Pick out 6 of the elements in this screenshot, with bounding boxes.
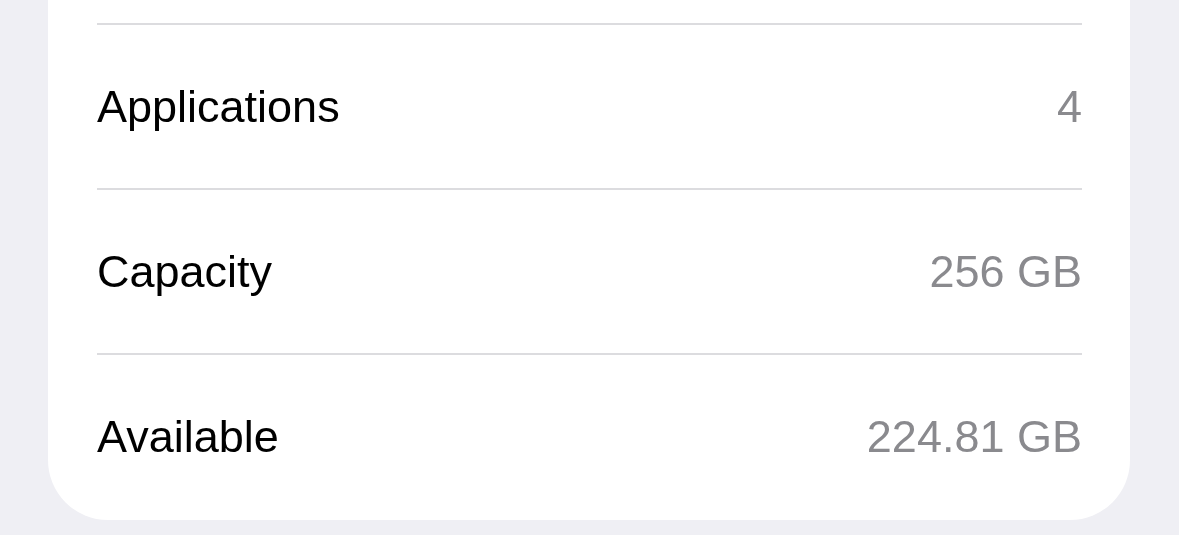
row-label: Applications [97, 80, 340, 133]
row-label: Available [97, 410, 279, 463]
row-value: 256 GB [929, 245, 1082, 298]
row-value: 224.81 GB [866, 410, 1082, 463]
row-label: Capacity [97, 245, 273, 298]
row-value: 4 [1056, 80, 1082, 133]
